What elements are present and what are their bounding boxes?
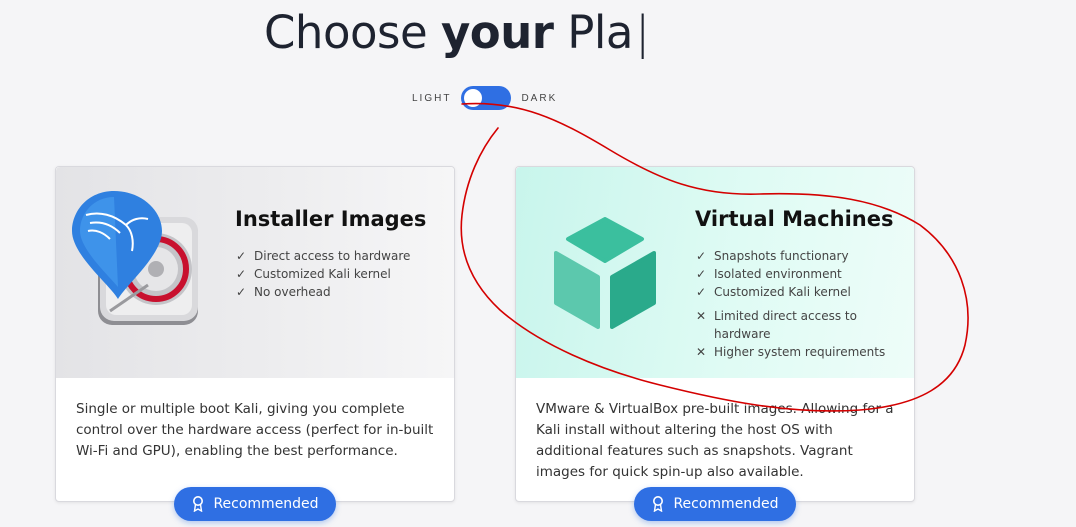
headline-bold: your [440,6,554,59]
theme-toggle-row: LIGHT DARK [412,86,557,110]
check-icon: ✓ [235,285,247,299]
feature-item: ✓ Customized Kali kernel [694,283,894,301]
feature-list: ✓ Direct access to hardware ✓ Customized K… [234,247,434,301]
virtual-machines-card[interactable]: Virtual Machines ✓ Snapshots functionary … [515,166,915,521]
feature-item: ✓ No overhead [234,283,434,301]
ribbon-icon [653,496,664,512]
virtual-cube-icon [554,217,656,329]
feature-text: Customized Kali kernel [254,267,391,281]
card-description: VMware & VirtualBox pre-built images. Al… [536,401,894,480]
typing-caret: | [634,6,650,59]
recommended-button[interactable]: Recommended [174,487,336,521]
page-headline: Choose your Pla| [264,6,650,59]
feature-item: ✓ Direct access to hardware [234,247,434,265]
feature-text: Higher system requirements [714,345,886,359]
card-title: Virtual Machines [695,207,894,231]
feature-text: Limited direct access to hardware [714,309,857,341]
check-icon: ✓ [695,267,707,281]
feature-item: ✕ Limited direct access to hardware [694,307,894,343]
feature-text: Customized Kali kernel [714,285,851,299]
feature-item: ✕ Higher system requirements [694,343,894,361]
feature-list: ✓ Snapshots functionary ✓ Isolated environ… [694,247,894,361]
check-icon: ✓ [235,249,247,263]
recommended-button[interactable]: Recommended [634,487,796,521]
feature-text: No overhead [254,285,331,299]
light-label: LIGHT [412,92,452,104]
feature-item: ✓ Isolated environment [694,265,894,283]
card-header-area: Installer Images ✓ Direct access to hardw… [56,167,454,378]
cross-icon: ✕ [695,345,707,359]
toggle-knob[interactable] [464,89,483,107]
feature-item: ✓ Customized Kali kernel [234,265,434,283]
button-label: Recommended [673,496,779,512]
cross-icon: ✕ [695,309,707,323]
installer-images-card[interactable]: Installer Images ✓ Direct access to hardw… [55,166,455,521]
card-description: Single or multiple boot Kali, giving you… [76,401,434,459]
ribbon-icon [193,496,204,512]
check-icon: ✓ [695,249,707,263]
theme-toggle[interactable] [461,86,512,110]
check-icon: ✓ [695,285,707,299]
button-label: Recommended [213,496,319,512]
feature-item: ✓ Snapshots functionary [694,247,894,265]
feature-text: Snapshots functionary [714,249,849,263]
kali-disk-icon [72,191,198,325]
dark-label: DARK [521,92,558,104]
headline-suffix: Pla [567,6,633,59]
card-header-area: Virtual Machines ✓ Snapshots functionary … [516,167,914,378]
feature-text: Direct access to hardware [254,249,411,263]
card-title: Installer Images [235,207,427,231]
headline-prefix: Choose [264,6,428,59]
check-icon: ✓ [235,267,247,281]
feature-text: Isolated environment [714,267,842,281]
